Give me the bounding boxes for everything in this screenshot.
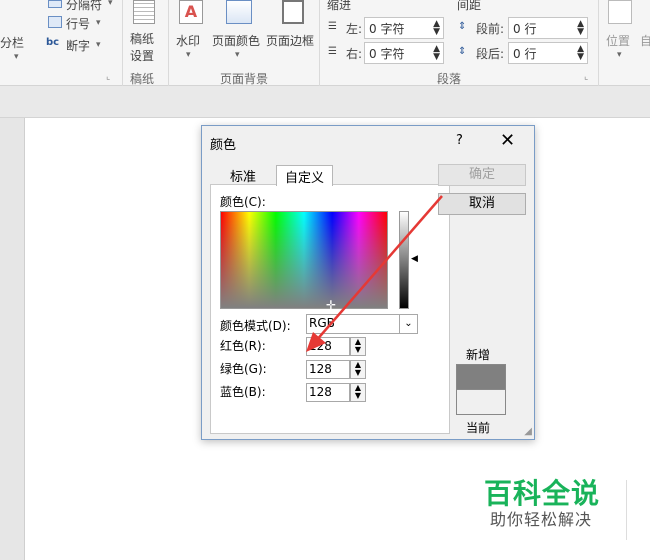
watermark-logo-subtitle: 助你轻松解决 — [490, 510, 593, 529]
annotation-arrow-line — [314, 195, 443, 343]
annotation-arrow-head — [306, 332, 326, 352]
